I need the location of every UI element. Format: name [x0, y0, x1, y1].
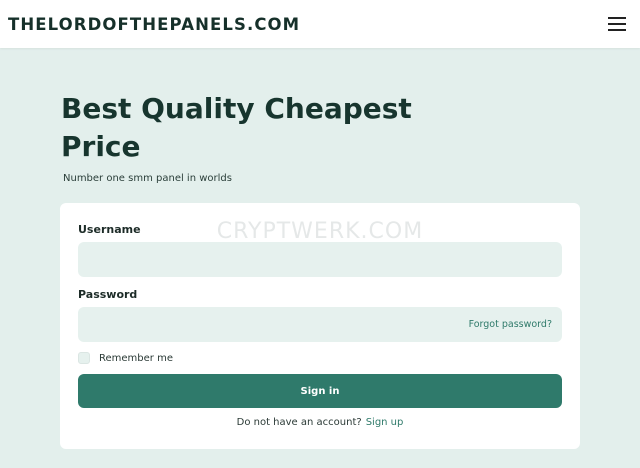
password-label: Password: [78, 288, 138, 301]
hamburger-menu-icon[interactable]: [608, 17, 626, 31]
sign-in-button[interactable]: Sign in: [78, 374, 562, 408]
forgot-password-link[interactable]: Forgot password?: [469, 319, 552, 330]
sign-up-link[interactable]: Sign up: [366, 417, 404, 428]
top-navbar: THELORDOFTHEPANELS.COM: [0, 0, 640, 48]
no-account-text: Do not have an account?: [236, 417, 362, 428]
site-brand[interactable]: THELORDOFTHEPANELS.COM: [8, 15, 300, 34]
username-label: Username: [78, 223, 141, 236]
username-input[interactable]: [78, 242, 562, 277]
remember-me-row: Remember me: [78, 352, 173, 364]
remember-me-checkbox[interactable]: [78, 352, 90, 364]
hero-title: Best Quality Cheapest Price: [61, 92, 412, 163]
remember-me-label: Remember me: [99, 352, 173, 364]
menu-line: [608, 23, 626, 25]
signup-row: Do not have an account? Sign up: [60, 417, 580, 428]
menu-line: [608, 29, 626, 31]
menu-line: [608, 17, 626, 19]
hero-subtitle: Number one smm panel in worlds: [63, 173, 232, 184]
